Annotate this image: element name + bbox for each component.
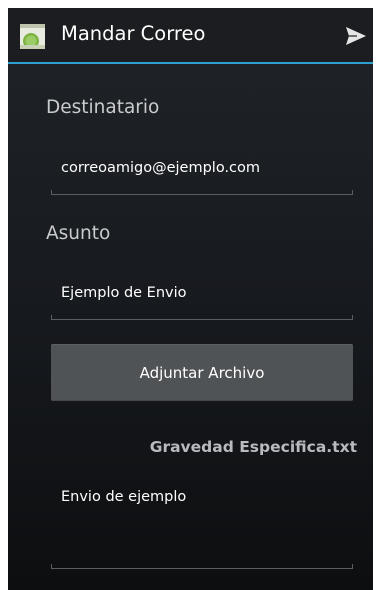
message-body-value: Envio de ejemplo <box>61 489 187 505</box>
subject-label: Asunto <box>46 223 111 244</box>
attach-file-label: Adjuntar Archivo <box>139 363 265 382</box>
recipient-value: correoamigo@ejemplo.com <box>61 160 261 176</box>
subject-field[interactable]: Ejemplo de Envio <box>51 279 353 320</box>
action-bar: Mandar Correo <box>8 8 373 64</box>
attach-file-button[interactable]: Adjuntar Archivo <box>51 344 353 401</box>
attached-filename: Gravedad Especifica.txt <box>149 438 357 456</box>
recipient-field[interactable]: correoamigo@ejemplo.com <box>51 154 353 195</box>
app-title: Mandar Correo <box>61 22 206 45</box>
email-compose-screen: Mandar Correo Destinatario correoamigo@e… <box>8 8 373 590</box>
message-body-field[interactable]: Envio de ejemplo <box>51 480 353 569</box>
recipient-label: Destinatario <box>46 97 160 118</box>
android-app-icon[interactable] <box>19 23 46 50</box>
send-icon[interactable] <box>345 26 367 46</box>
subject-value: Ejemplo de Envio <box>61 285 187 301</box>
